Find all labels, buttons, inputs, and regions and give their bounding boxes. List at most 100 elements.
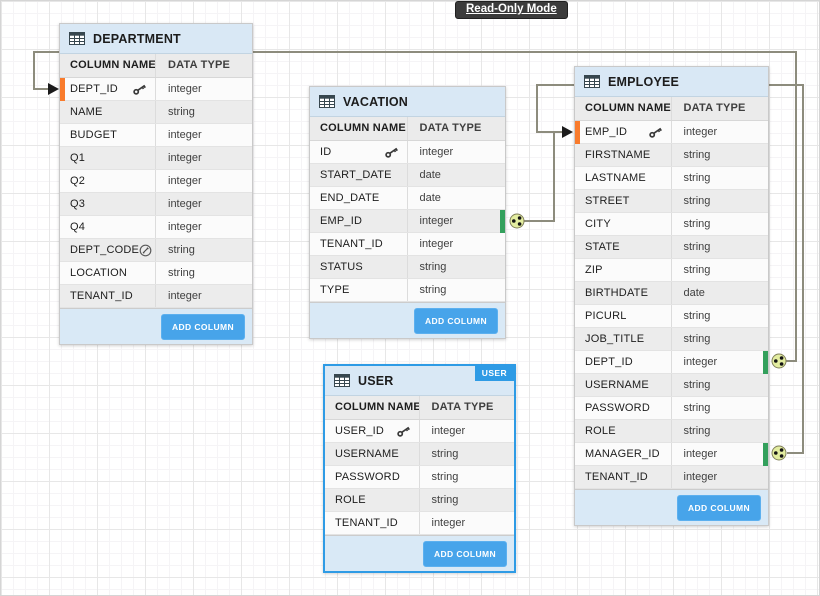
- column-type: integer: [672, 443, 769, 465]
- relation-marker-right[interactable]: [763, 443, 768, 466]
- column-name: TENANT_ID: [335, 512, 398, 534]
- column-row-tenant_id[interactable]: TENANT_IDinteger: [60, 285, 252, 308]
- column-name: USERNAME: [335, 443, 399, 465]
- column-row-dept_id[interactable]: DEPT_IDinteger: [60, 78, 252, 101]
- column-name: START_DATE: [320, 164, 392, 186]
- add-column-button[interactable]: ADD COLUMN: [414, 308, 498, 334]
- add-column-button[interactable]: ADD COLUMN: [423, 541, 507, 567]
- column-name: USERNAME: [585, 374, 649, 396]
- column-type: string: [420, 466, 515, 488]
- column-row-q1[interactable]: Q1integer: [60, 147, 252, 170]
- column-row-street[interactable]: STREETstring: [575, 190, 768, 213]
- column-row-q4[interactable]: Q4integer: [60, 216, 252, 239]
- column-type: integer: [672, 121, 769, 143]
- many-connector-employee-deptid[interactable]: [772, 354, 786, 368]
- column-name: TENANT_ID: [320, 233, 383, 255]
- column-row-username[interactable]: USERNAMEstring: [575, 374, 768, 397]
- column-row-status[interactable]: STATUSstring: [310, 256, 505, 279]
- column-row-role[interactable]: ROLEstring: [325, 489, 514, 512]
- column-row-id[interactable]: IDinteger: [310, 141, 505, 164]
- relation-marker-right[interactable]: [500, 210, 505, 233]
- diagram-canvas[interactable]: DEPARTMENT COLUMN NAME DATA TYPE DEPT_ID…: [0, 0, 820, 596]
- column-row-job_title[interactable]: JOB_TITLEstring: [575, 328, 768, 351]
- column-type: integer: [672, 466, 769, 488]
- edit-circle-icon: [139, 244, 152, 257]
- column-row-q3[interactable]: Q3integer: [60, 193, 252, 216]
- column-row-role[interactable]: ROLEstring: [575, 420, 768, 443]
- column-type: string: [672, 213, 769, 235]
- column-row-password[interactable]: PASSWORDstring: [325, 466, 514, 489]
- column-type: string: [672, 259, 769, 281]
- table-grid-icon: [319, 95, 335, 108]
- column-row-manager_id[interactable]: MANAGER_IDinteger: [575, 443, 768, 466]
- column-type: string: [408, 279, 506, 301]
- column-name: LASTNAME: [585, 167, 646, 189]
- column-rows: USER_IDintegerUSERNAMEstringPASSWORDstri…: [325, 420, 514, 535]
- table-title: USER: [358, 374, 394, 388]
- add-column-button[interactable]: ADD COLUMN: [161, 314, 245, 340]
- column-row-emp_id[interactable]: EMP_IDinteger: [310, 210, 505, 233]
- column-row-password[interactable]: PASSWORD string: [575, 397, 768, 420]
- relation-marker-left[interactable]: [575, 121, 580, 144]
- table-employee[interactable]: EMPLOYEE COLUMN NAME DATA TYPE EMP_IDint…: [574, 66, 769, 526]
- column-rows: EMP_IDintegerFIRSTNAMEstringLASTNAMEstri…: [575, 121, 768, 489]
- column-type: date: [408, 187, 506, 209]
- column-row-dept_id[interactable]: DEPT_IDinteger: [575, 351, 768, 374]
- table-vacation[interactable]: VACATION COLUMN NAME DATA TYPE IDinteger…: [309, 86, 506, 339]
- column-row-location[interactable]: LOCATIONstring: [60, 262, 252, 285]
- column-row-birthdate[interactable]: BIRTHDATEdate: [575, 282, 768, 305]
- column-row-username[interactable]: USERNAMEstring: [325, 443, 514, 466]
- column-row-end_date[interactable]: END_DATEdate: [310, 187, 505, 210]
- column-name: Q4: [70, 216, 85, 238]
- column-name: BIRTHDATE: [585, 282, 648, 304]
- column-type: integer: [408, 233, 506, 255]
- primary-key-icon: [385, 147, 399, 158]
- column-type: string: [156, 262, 252, 284]
- column-type: string: [156, 239, 252, 261]
- data-type-header: DATA TYPE: [420, 396, 515, 419]
- many-connector-vacation-empid[interactable]: [510, 214, 524, 228]
- column-type: string: [672, 236, 769, 258]
- column-row-q2[interactable]: Q2integer: [60, 170, 252, 193]
- relation-marker-left[interactable]: [60, 78, 65, 101]
- table-vacation-header[interactable]: VACATION: [310, 87, 505, 117]
- column-row-tenant_id[interactable]: TENANT_ID integer: [575, 466, 768, 489]
- column-name: NAME: [70, 101, 103, 123]
- column-type: integer: [156, 285, 252, 307]
- table-department[interactable]: DEPARTMENT COLUMN NAME DATA TYPE DEPT_ID…: [59, 23, 253, 345]
- column-row-state[interactable]: STATEstring: [575, 236, 768, 259]
- data-type-header: DATA TYPE: [672, 97, 769, 120]
- column-type: string: [672, 397, 769, 419]
- table-grid-icon: [334, 374, 350, 387]
- column-row-user_id[interactable]: USER_IDinteger: [325, 420, 514, 443]
- column-name: Q3: [70, 193, 85, 215]
- column-row-picurl[interactable]: PICURLstring: [575, 305, 768, 328]
- column-row-tenant_id[interactable]: TENANT_IDinteger: [325, 512, 514, 535]
- column-name: ZIP: [585, 259, 603, 281]
- relation-marker-right[interactable]: [763, 351, 768, 374]
- arrowhead-employee-empid: [562, 126, 573, 138]
- table-employee-header[interactable]: EMPLOYEE: [575, 67, 768, 97]
- arrowhead-department-deptid: [48, 83, 59, 95]
- column-row-emp_id[interactable]: EMP_IDinteger: [575, 121, 768, 144]
- column-name: PASSWORD: [585, 397, 650, 419]
- add-column-button[interactable]: ADD COLUMN: [677, 495, 761, 521]
- column-name: Q1: [70, 147, 85, 169]
- column-row-firstname[interactable]: FIRSTNAMEstring: [575, 144, 768, 167]
- column-row-budget[interactable]: BUDGETinteger: [60, 124, 252, 147]
- column-row-lastname[interactable]: LASTNAMEstring: [575, 167, 768, 190]
- table-user[interactable]: USER USER COLUMN NAME DATA TYPE USER_IDi…: [323, 364, 516, 573]
- table-footer: ADD COLUMN: [575, 489, 768, 525]
- column-row-type[interactable]: TYPEstring: [310, 279, 505, 302]
- table-department-header[interactable]: DEPARTMENT: [60, 24, 252, 54]
- many-connector-employee-managerid[interactable]: [772, 446, 786, 460]
- column-row-tenant_id[interactable]: TENANT_ID integer: [310, 233, 505, 256]
- column-row-start_date[interactable]: START_DATEdate: [310, 164, 505, 187]
- column-row-name[interactable]: NAMEstring: [60, 101, 252, 124]
- column-name: TENANT_ID: [585, 466, 648, 488]
- column-row-city[interactable]: CITYstring: [575, 213, 768, 236]
- column-type: integer: [408, 141, 506, 163]
- column-row-dept_code[interactable]: DEPT_CODEstring: [60, 239, 252, 262]
- column-row-zip[interactable]: ZIP string: [575, 259, 768, 282]
- table-grid-icon: [584, 75, 600, 88]
